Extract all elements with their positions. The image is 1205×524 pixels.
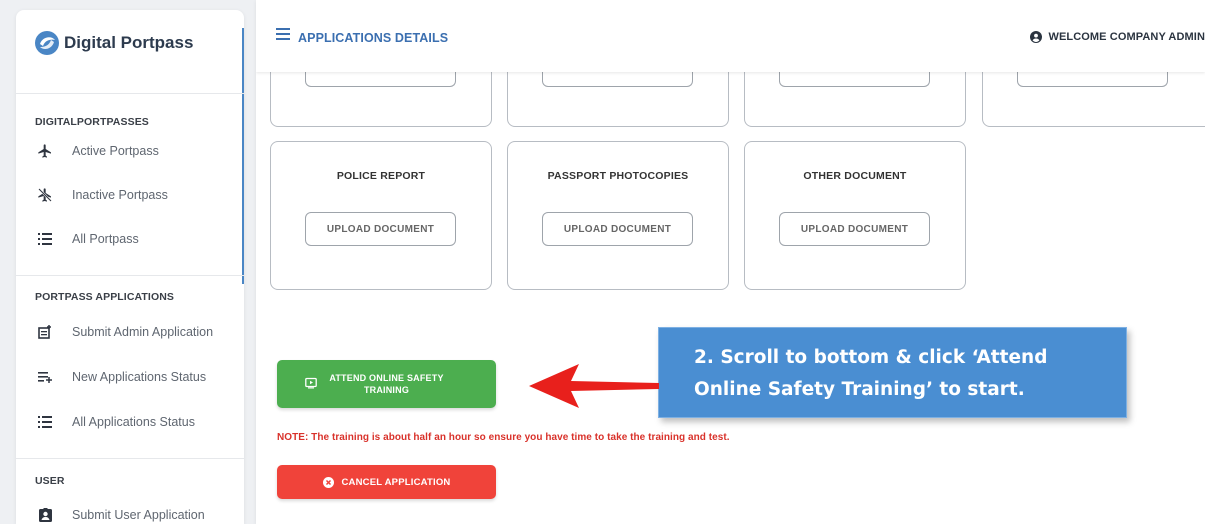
brand-name: Digital Portpass [64, 33, 194, 52]
sidebar-item-inactive-portpass[interactable]: Inactive Portpass [36, 185, 168, 205]
document-title: OTHER DOCUMENT [803, 170, 907, 182]
document-card-police-report: POLICE REPORT UPLOAD DOCUMENT [270, 141, 492, 290]
brand[interactable]: Digital Portpass [34, 30, 193, 56]
section-title-digitalportpasses: DIGITALPORTPASSES [35, 116, 149, 128]
training-note: NOTE: The training is about half an hour… [277, 432, 730, 443]
sidebar-item-all-portpass[interactable]: All Portpass [36, 229, 139, 249]
sidebar-item-label: Inactive Portpass [72, 188, 168, 202]
list-icon [36, 230, 54, 248]
tutorial-callout: 2. Scroll to bottom & click ‘Attend Onli… [658, 327, 1127, 418]
divider [16, 275, 244, 276]
welcome-text: WELCOME COMPANY ADMIN [1048, 31, 1205, 43]
sidebar-item-label: Active Portpass [72, 144, 159, 158]
sidebar-scrollbar[interactable] [242, 28, 244, 284]
upload-button-partial[interactable] [542, 71, 693, 87]
callout-line-1: 2. Scroll to bottom & click ‘Attend [694, 347, 1048, 368]
list-icon [36, 413, 54, 431]
sidebar-item-active-portpass[interactable]: Active Portpass [36, 141, 159, 161]
upload-document-button[interactable]: UPLOAD DOCUMENT [542, 212, 693, 246]
divider [16, 458, 244, 459]
upload-button-partial[interactable] [305, 71, 456, 87]
cancel-button-label: CANCEL APPLICATION [341, 476, 451, 488]
sidebar-item-all-applications-status[interactable]: All Applications Status [36, 412, 195, 432]
pointer-arrow-icon [529, 364, 659, 408]
video-play-icon [305, 377, 317, 389]
document-card-other-document: OTHER DOCUMENT UPLOAD DOCUMENT [744, 141, 966, 290]
sidebar-item-label: Submit User Application [72, 508, 205, 522]
airplane-off-icon [36, 186, 54, 204]
sidebar-item-submit-user-application[interactable]: Submit User Application [36, 505, 205, 524]
upload-document-button[interactable]: UPLOAD DOCUMENT [305, 212, 456, 246]
id-badge-icon [36, 506, 54, 524]
sidebar-item-label: Submit Admin Application [72, 325, 214, 339]
section-title-portpass-applications: PORTPASS APPLICATIONS [35, 291, 174, 303]
cancel-application-button[interactable]: CANCEL APPLICATION [277, 465, 496, 499]
document-title: PASSPORT PHOTOCOPIES [547, 170, 689, 182]
upload-button-partial[interactable] [779, 71, 930, 87]
account-circle-icon [1030, 31, 1043, 43]
note-plus-icon [36, 323, 54, 341]
topbar: APPLICATIONS DETAILS WELCOME COMPANY ADM… [256, 0, 1205, 72]
attend-online-safety-training-button[interactable]: ATTEND ONLINE SAFETY TRAINING [277, 360, 496, 408]
portpass-logo-icon [35, 31, 59, 55]
upload-button-partial[interactable] [1017, 71, 1168, 87]
sidebar-item-submit-admin-application[interactable]: Submit Admin Application [36, 322, 213, 342]
cancel-circle-icon [322, 476, 334, 488]
main-panel: APPLICATIONS DETAILS WELCOME COMPANY ADM… [256, 0, 1205, 524]
sidebar-item-label: All Portpass [72, 232, 139, 246]
callout-line-2: Online Safety Training’ to start. [694, 379, 1025, 400]
sidebar-item-label: All Applications Status [72, 415, 195, 429]
sidebar: Digital Portpass DIGITALPORTPASSES Activ… [16, 10, 244, 524]
document-card-passport-photocopies: PASSPORT PHOTOCOPIES UPLOAD DOCUMENT [507, 141, 729, 290]
upload-document-button[interactable]: UPLOAD DOCUMENT [779, 212, 930, 246]
playlist-add-icon [36, 368, 54, 386]
training-button-label: ATTEND ONLINE SAFETY TRAINING [329, 373, 444, 395]
menu-icon[interactable] [276, 28, 290, 40]
page-title: APPLICATIONS DETAILS [298, 31, 449, 45]
sidebar-item-label: New Applications Status [72, 370, 207, 384]
document-title: POLICE REPORT [336, 170, 426, 182]
airplane-icon [36, 142, 54, 160]
section-title-user: USER [35, 475, 65, 487]
sidebar-item-new-applications-status[interactable]: New Applications Status [36, 367, 206, 387]
divider [16, 93, 244, 94]
welcome-user[interactable]: WELCOME COMPANY ADMIN [1030, 31, 1205, 43]
